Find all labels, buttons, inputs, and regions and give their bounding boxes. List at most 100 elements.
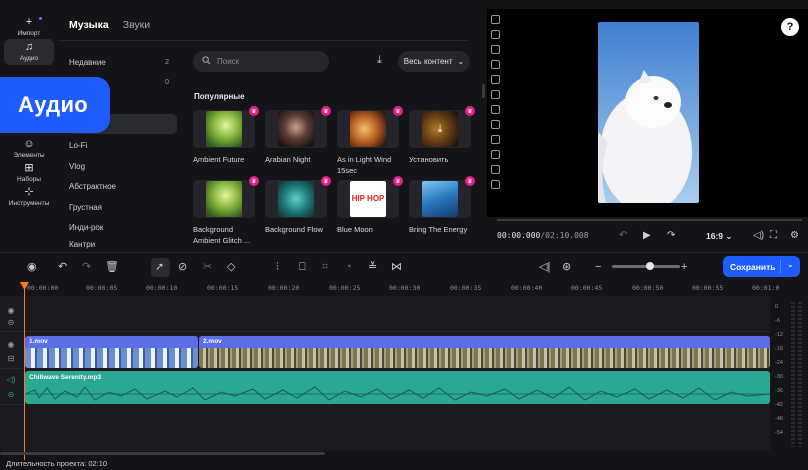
category-item[interactable]: Vlog: [69, 156, 177, 176]
track-thumbnail: [350, 111, 386, 147]
fullscreen-icon[interactable]: ⛶: [770, 230, 777, 241]
smile-icon: ☺: [23, 138, 35, 150]
crop-icon[interactable]: ⌗: [322, 261, 328, 273]
track-card[interactable]: HIP HOP ♛ Blue Moon: [337, 176, 403, 235]
category-item[interactable]: Инди-рок: [69, 217, 177, 237]
captions-icon[interactable]: ⎕: [299, 261, 306, 273]
volume-icon[interactable]: ◁): [753, 230, 764, 241]
chevron-down-icon: ⌄: [457, 57, 465, 66]
track-card[interactable]: ♛ Ambient Future: [193, 106, 259, 165]
premium-crown-icon: ♛: [465, 176, 475, 186]
save-button[interactable]: Сохранить ⌄: [723, 256, 800, 277]
link-icon[interactable]: ⊝: [8, 318, 15, 327]
marker-tool-icon[interactable]: ⊘: [178, 261, 187, 273]
tick-label: 00:00:00: [27, 284, 59, 292]
help-button[interactable]: ?: [781, 18, 799, 36]
content-filter-dropdown[interactable]: Весь контент ⌄: [398, 51, 470, 72]
audio-clip[interactable]: Chillwave Serenity.mp3: [25, 371, 770, 404]
track-card[interactable]: ♛ Arabian Night: [265, 106, 331, 165]
undo-icon[interactable]: ↶: [58, 261, 67, 273]
play-icon[interactable]: ▶: [643, 230, 651, 241]
divider: [58, 40, 468, 41]
category-item[interactable]: Кантри: [69, 238, 177, 250]
track-card[interactable]: ♛ Background Ambient Glitch ...: [193, 176, 259, 246]
search-icon: [202, 56, 211, 67]
premium-crown-icon: ♛: [249, 176, 259, 186]
audio-callout-banner: Аудио: [0, 77, 110, 133]
undo-step-icon[interactable]: ↶: [619, 230, 627, 241]
track-header-video: ◉ ⊟: [0, 335, 22, 369]
timeline-scrollbar[interactable]: [0, 452, 325, 455]
new-dot: [39, 17, 42, 20]
track-card[interactable]: ⤓ ♛ Установить: [409, 106, 475, 165]
category-item[interactable]: Абстрактное: [69, 176, 177, 196]
snap-magnet-icon[interactable]: ⊛: [562, 261, 571, 273]
rail-sets-button[interactable]: ⊞ Наборы: [4, 160, 54, 186]
premium-crown-icon: ♛: [393, 106, 403, 116]
track-card[interactable]: ♛ Background Flow: [265, 176, 331, 235]
clip-title: Chillwave Serenity.mp3: [29, 374, 102, 381]
settings-gear-icon[interactable]: ⚙: [790, 230, 799, 241]
download-icon[interactable]: ⤓: [377, 54, 382, 67]
cut-icon[interactable]: ✂: [203, 261, 212, 273]
speed-icon[interactable]: ◔: [345, 261, 352, 273]
playhead[interactable]: [24, 282, 25, 460]
search-input[interactable]: Поиск: [193, 51, 329, 72]
plus-icon: +: [25, 16, 33, 28]
category-item[interactable]: Lo-Fi: [69, 135, 177, 155]
rail-elements-button[interactable]: ☺ Элементы: [4, 136, 54, 162]
zoom-out-icon[interactable]: −: [595, 261, 601, 273]
empty-track[interactable]: [22, 302, 770, 332]
eye-icon[interactable]: ◉: [8, 306, 15, 315]
tick-label: 00:00:50: [632, 284, 664, 292]
eye-icon[interactable]: ◉: [8, 340, 15, 349]
audio-track-icon[interactable]: ◁|: [539, 261, 550, 273]
transition-icon[interactable]: ⋈: [391, 261, 402, 273]
audio-levels-icon[interactable]: ⫶: [276, 261, 279, 273]
redo-icon[interactable]: ↷: [82, 261, 91, 273]
redo-step-icon[interactable]: ↷: [667, 230, 675, 241]
preview-progress-bar[interactable]: [497, 219, 802, 221]
meter-bar-left: [791, 302, 795, 447]
track-card[interactable]: ♛ As in Light Wind 15sec: [337, 106, 403, 176]
rail-label: Наборы: [17, 176, 41, 183]
tick-label: 00:00:30: [389, 284, 421, 292]
clip-title: 2.mov: [199, 336, 770, 348]
category-item[interactable]: Недавние 2: [69, 52, 177, 72]
record-icon[interactable]: ◉: [27, 261, 37, 273]
tick-label: 00:00:15: [207, 284, 239, 292]
filmstrip-left: [487, 9, 504, 217]
track-thumbnail: [278, 181, 314, 217]
rail-audio-button[interactable]: ♫ Аудио: [4, 39, 54, 65]
lock-icon[interactable]: ⊟: [8, 354, 15, 363]
tick-label: 00:00:40: [511, 284, 543, 292]
music-note-icon: ♫: [24, 41, 34, 53]
rail-import-button[interactable]: + Импорт: [4, 14, 54, 40]
zoom-in-icon[interactable]: +: [681, 261, 687, 273]
rail-tools-button[interactable]: ⊹ Инструменты: [4, 184, 54, 210]
audio-level-meter: 0 -6 -12 -18 -24 -30 -36 -42 -48 -54: [770, 296, 808, 451]
library-scrollbar[interactable]: [482, 84, 485, 98]
tab-music[interactable]: Музыка: [69, 19, 109, 31]
search-placeholder: Поиск: [217, 57, 240, 66]
video-clip[interactable]: 1.mov: [25, 336, 198, 368]
tick-label: 00:00:20: [268, 284, 300, 292]
premium-crown-icon: ♛: [465, 106, 475, 116]
adjust-icon[interactable]: ≚: [368, 261, 377, 273]
time-ruler[interactable]: 00:00:00 00:00:05 00:00:10 00:00:15 00:0…: [0, 282, 779, 296]
video-preview: [487, 9, 808, 217]
audio-on-icon[interactable]: ◁): [7, 375, 16, 384]
rail-label: Импорт: [17, 30, 41, 37]
aspect-ratio-select[interactable]: 16:9 ⌄: [706, 231, 733, 242]
category-item[interactable]: Грустная: [69, 197, 177, 217]
tab-sounds[interactable]: Звуки: [123, 19, 150, 31]
track-card[interactable]: ♛ Bring The Energy: [409, 176, 475, 235]
video-clip[interactable]: 2.mov: [199, 336, 770, 368]
tick-label: 00:00:45: [571, 284, 603, 292]
shield-icon[interactable]: ◇: [227, 261, 235, 273]
chevron-down-icon[interactable]: ⌄: [787, 260, 794, 269]
link-icon[interactable]: ⊝: [8, 390, 15, 399]
zoom-slider-handle[interactable]: [646, 262, 654, 270]
select-cursor-icon[interactable]: ➚: [155, 261, 164, 273]
delete-icon[interactable]: 🗑: [105, 261, 119, 273]
